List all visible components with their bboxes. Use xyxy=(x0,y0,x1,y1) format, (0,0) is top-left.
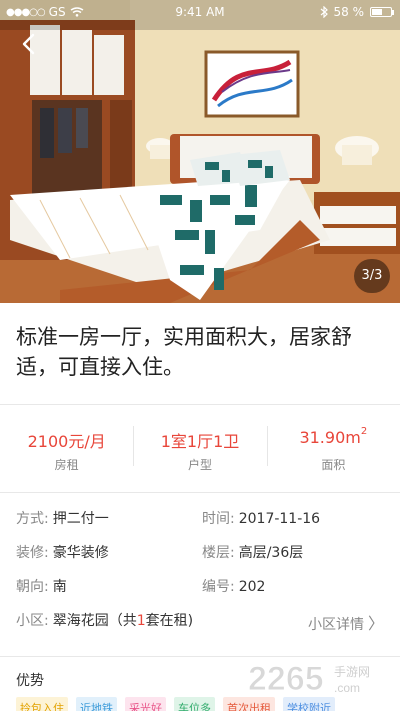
detail-key: 小区: xyxy=(16,613,49,629)
detail-value: 豪华装修 xyxy=(52,545,109,561)
divider xyxy=(0,404,400,405)
area-number: 31.90m xyxy=(299,428,361,447)
layout-label: 户型 xyxy=(187,458,212,472)
back-button[interactable] xyxy=(16,30,44,58)
advantages-title: 优势 xyxy=(16,673,44,689)
advantage-tag: 车位多 xyxy=(174,697,215,711)
watermark-cn: 手游网 xyxy=(334,665,370,679)
advantage-tag: 拎包入住 xyxy=(16,697,68,711)
detail-key: 方式: xyxy=(16,511,49,527)
community-link-label: 小区详情 xyxy=(307,617,364,633)
detail-row: 小区: 翠海花园（共1套在租) 小区详情〉 xyxy=(16,610,384,644)
site-watermark-logo: 2265 手游网 .com xyxy=(248,660,371,699)
detail-key: 朝向: xyxy=(16,579,49,595)
detail-row: 朝向: 南 编号: 202 xyxy=(16,576,384,610)
listing-details: 方式: 押二付一 时间: 2017-11-16 装修: 豪华装修 楼层: 高层/36层 … xyxy=(16,508,384,644)
divider xyxy=(0,492,400,493)
battery-percent: 58 % xyxy=(333,5,365,19)
key-stats: 2100元/月 房租 1室1厅1卫 户型 31.90m2 面积 xyxy=(0,412,400,482)
detail-value: 2017-11-16 xyxy=(238,511,321,527)
rent-value: 2100元/月 xyxy=(27,432,106,451)
watermark-domain: .com xyxy=(334,681,360,695)
detail-value: 高层/36层 xyxy=(238,545,304,561)
listing-title: 标准一房一厅，实用面积大，居家舒适，可直接入住。 xyxy=(16,325,352,379)
stat-area: 31.90m2 面积 xyxy=(266,412,400,482)
detail-key: 装修: xyxy=(16,545,49,561)
listing-id: 编号: 202 xyxy=(202,576,265,596)
detail-value: 押二付一 xyxy=(52,511,109,527)
detail-key: 时间: xyxy=(202,511,235,527)
detail-value: 南 xyxy=(52,579,67,595)
detail-value: 翠海花园（共1套在租) xyxy=(53,613,193,629)
battery-icon xyxy=(370,7,394,17)
decoration: 装修: 豪华装修 xyxy=(16,542,109,562)
community: 小区: 翠海花园（共1套在租) xyxy=(16,610,193,630)
post-time: 时间: 2017-11-16 xyxy=(202,508,320,528)
community-suffix: 套在租) xyxy=(145,613,194,629)
advantage-tag: 近地铁 xyxy=(76,697,117,711)
stat-rent: 2100元/月 房租 xyxy=(0,412,133,482)
area-unit-sup: 2 xyxy=(360,426,368,437)
orientation: 朝向: 南 xyxy=(16,576,67,596)
bedroom-photo xyxy=(0,0,400,303)
stat-layout: 1室1厅1卫 户型 xyxy=(133,412,266,482)
floor: 楼层: 高层/36层 xyxy=(202,542,303,562)
payment-method: 方式: 押二付一 xyxy=(16,508,109,528)
detail-row: 方式: 押二付一 时间: 2017-11-16 xyxy=(16,508,384,542)
chevron-right-icon: 〉 xyxy=(367,614,384,633)
photo-counter: 3/3 xyxy=(354,259,390,293)
area-label: 面积 xyxy=(321,458,346,472)
area-value: 31.90m2 xyxy=(267,426,400,450)
layout-value: 1室1厅1卫 xyxy=(160,432,240,451)
bluetooth-icon xyxy=(320,6,328,18)
advantage-tag: 采光好 xyxy=(125,697,166,711)
status-bar: ●●●○○ GS 9:41 AM 58 % xyxy=(0,0,400,24)
community-details-link[interactable]: 小区详情〉 xyxy=(308,610,384,634)
detail-value: 202 xyxy=(238,579,266,595)
rent-label: 房租 xyxy=(54,458,79,472)
community-name: 翠海花园（共 xyxy=(52,613,137,629)
back-arrow-icon xyxy=(22,33,35,55)
watermark-number: 2265 xyxy=(248,660,324,698)
community-count: 1 xyxy=(136,613,146,629)
photo-gallery[interactable]: ●●●○○ GS 9:41 AM 58 % 3/3 xyxy=(0,0,400,303)
detail-key: 楼层: xyxy=(202,545,235,561)
detail-row: 装修: 豪华装修 楼层: 高层/36层 xyxy=(16,542,384,576)
detail-key: 编号: xyxy=(202,579,235,595)
